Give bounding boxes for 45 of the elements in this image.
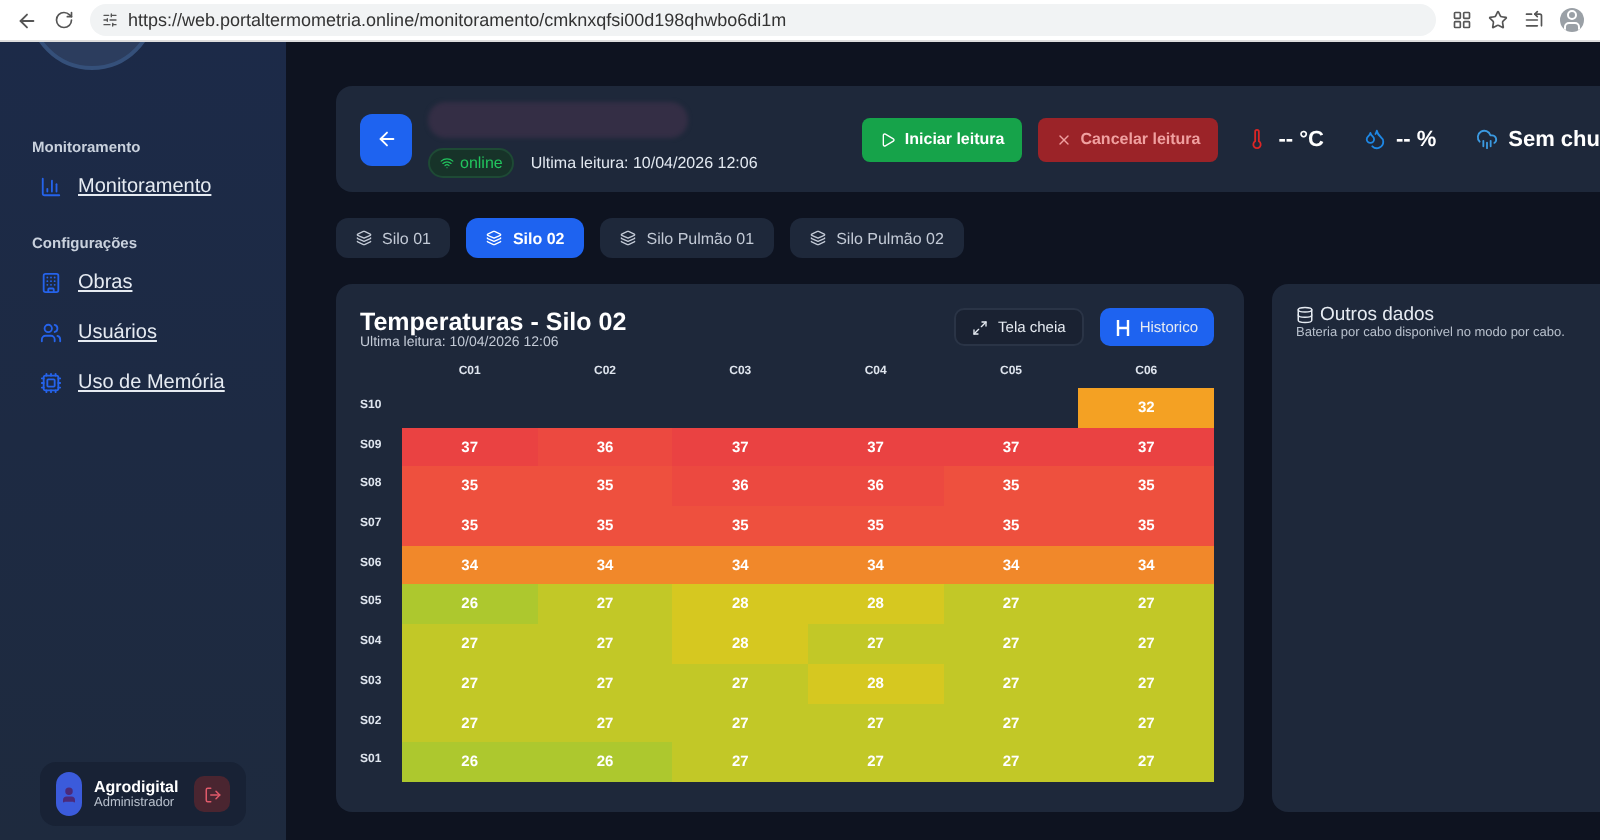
cancel-button[interactable]: Cancelar leitura xyxy=(1038,117,1219,161)
last-reading: Ultima leitura: 10/04/2026 12:06 xyxy=(530,153,758,171)
users-icon xyxy=(40,322,62,344)
close-icon xyxy=(1056,131,1073,147)
site-info-icon[interactable] xyxy=(102,12,118,28)
nav-link[interactable]: Obras xyxy=(40,272,133,294)
heatmap-title: Temperaturas - Silo 02 xyxy=(360,308,627,336)
building-icon xyxy=(40,272,62,294)
reading-value: -- % xyxy=(1395,127,1437,151)
droplets-icon xyxy=(1363,128,1386,150)
reading-value: -- °C xyxy=(1278,127,1324,151)
layers-icon xyxy=(486,230,503,246)
avatar-icon xyxy=(56,772,82,816)
apps-icon[interactable] xyxy=(1452,10,1472,30)
chip-icon xyxy=(40,372,62,394)
other-data-title: Outros dados xyxy=(1320,304,1435,326)
favorites-icon[interactable] xyxy=(1524,10,1544,30)
silo-tab[interactable]: Silo Pulmão 01 xyxy=(600,218,775,258)
play-icon xyxy=(880,131,897,147)
back-arrow-icon xyxy=(375,128,397,150)
layers-icon xyxy=(620,230,637,246)
reading-value: Sem chu xyxy=(1508,127,1600,151)
silo-tab[interactable]: Silo 02 xyxy=(466,218,585,258)
database-icon xyxy=(1296,306,1314,324)
user-name: Agrodigital xyxy=(94,778,179,796)
silo-tab[interactable]: Silo 01 xyxy=(336,218,451,258)
star-icon[interactable] xyxy=(1488,10,1508,30)
logout-button[interactable] xyxy=(194,776,230,812)
chart-icon xyxy=(40,176,62,198)
layers-icon xyxy=(810,230,827,246)
profile-icon[interactable] xyxy=(1560,8,1584,32)
cloud-rain-icon xyxy=(1476,128,1499,150)
nav-link[interactable]: Usuários xyxy=(40,322,157,344)
logout-icon xyxy=(203,785,221,803)
reload-icon[interactable] xyxy=(54,10,74,30)
expand-icon xyxy=(972,319,989,335)
address-bar[interactable]: https://web.portaltermometria.online/monitoramento/cmknxqfsi00d198qhwbo6di1m xyxy=(90,4,1436,36)
nav-link[interactable]: Monitoramento xyxy=(40,176,212,198)
nav-link[interactable]: Uso de Memória xyxy=(40,372,225,394)
h-bars-icon xyxy=(1115,319,1130,335)
layers-icon xyxy=(356,230,372,246)
back-button[interactable] xyxy=(360,113,412,165)
status-badge: online xyxy=(428,147,515,177)
back-icon[interactable] xyxy=(16,9,38,31)
silo-tab[interactable]: Silo Pulmão 02 xyxy=(790,218,964,258)
